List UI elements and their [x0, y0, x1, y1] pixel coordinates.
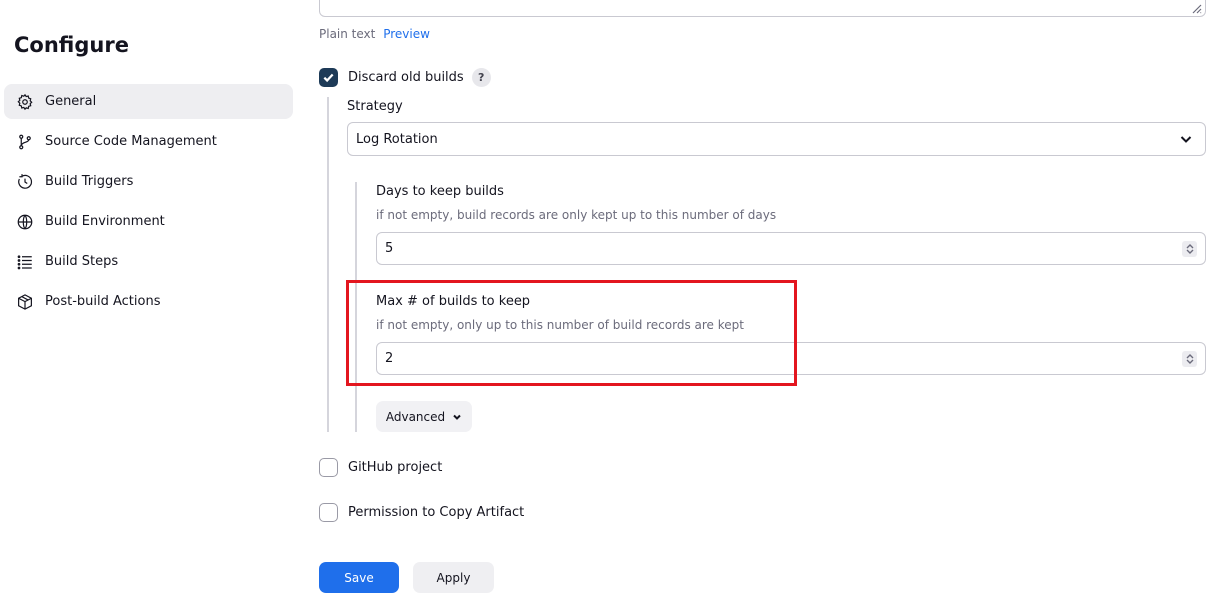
number-spinner[interactable] — [1182, 351, 1197, 367]
branch-icon — [15, 132, 35, 152]
preview-link[interactable]: Preview — [383, 27, 430, 41]
github-project-checkbox[interactable] — [319, 458, 338, 477]
sidebar-item-post-build-actions[interactable]: Post-build Actions — [4, 284, 293, 319]
globe-icon — [15, 212, 35, 232]
spinner-down-icon — [1186, 359, 1193, 364]
save-button[interactable]: Save — [319, 562, 399, 593]
plain-text-label: Plain text — [319, 27, 376, 41]
days-to-keep-input[interactable]: 5 — [376, 232, 1206, 265]
package-icon — [15, 292, 35, 312]
sidebar-item-build-environment[interactable]: Build Environment — [4, 204, 293, 239]
discard-old-builds-row: Discard old builds ? — [319, 68, 491, 87]
days-to-keep-description: if not empty, build records are only kep… — [376, 208, 777, 222]
github-project-row: GitHub project — [319, 458, 442, 477]
page-title: Configure — [14, 33, 129, 57]
sidebar-item-general[interactable]: General — [4, 84, 293, 119]
help-icon[interactable]: ? — [471, 68, 491, 87]
days-to-keep-label: Days to keep builds — [376, 184, 504, 199]
clock-icon — [15, 172, 35, 192]
permission-copy-artifact-row: Permission to Copy Artifact — [319, 503, 524, 522]
advanced-label: Advanced — [385, 409, 446, 424]
sidebar-item-label: Build Steps — [45, 254, 119, 269]
apply-button[interactable]: Apply — [413, 562, 494, 593]
sidebar-item-label: General — [45, 94, 97, 109]
discard-old-builds-label: Discard old builds — [348, 70, 464, 85]
sidebar-item-label: Post-build Actions — [45, 294, 161, 309]
number-spinner[interactable] — [1182, 241, 1197, 257]
permission-copy-artifact-label: Permission to Copy Artifact — [348, 505, 525, 520]
check-icon — [323, 73, 334, 83]
description-format-toggle: Plain text Preview — [319, 27, 430, 41]
chevron-down-icon — [453, 414, 461, 420]
resize-grip-icon[interactable] — [1190, 2, 1202, 14]
advanced-button[interactable]: Advanced — [376, 401, 472, 432]
chevron-down-icon — [1180, 136, 1192, 143]
github-project-label: GitHub project — [348, 460, 443, 475]
days-to-keep-value: 5 — [385, 241, 394, 256]
sidebar-item-label: Build Environment — [45, 214, 165, 229]
highlight-annotation-box — [346, 280, 797, 386]
gear-icon — [15, 92, 35, 112]
sidebar-item-label: Build Triggers — [45, 174, 134, 189]
sidebar-item-build-steps[interactable]: Build Steps — [4, 244, 293, 279]
sidebar-item-build-triggers[interactable]: Build Triggers — [4, 164, 293, 199]
strategy-label: Strategy — [347, 99, 403, 114]
spinner-down-icon — [1186, 249, 1193, 254]
description-textarea[interactable] — [319, 0, 1206, 17]
configure-page: Configure General Source Code Management… — [0, 0, 1227, 597]
sidebar-nav: General Source Code Management Build Tri… — [4, 84, 293, 324]
strategy-select[interactable]: Log Rotation — [347, 122, 1206, 156]
list-icon — [15, 252, 35, 272]
sidebar-item-label: Source Code Management — [45, 134, 217, 149]
section-divider — [327, 97, 329, 432]
sidebar-item-source-code-management[interactable]: Source Code Management — [4, 124, 293, 159]
discard-old-builds-checkbox[interactable] — [319, 68, 338, 87]
strategy-value: Log Rotation — [356, 131, 438, 147]
permission-copy-artifact-checkbox[interactable] — [319, 503, 338, 522]
